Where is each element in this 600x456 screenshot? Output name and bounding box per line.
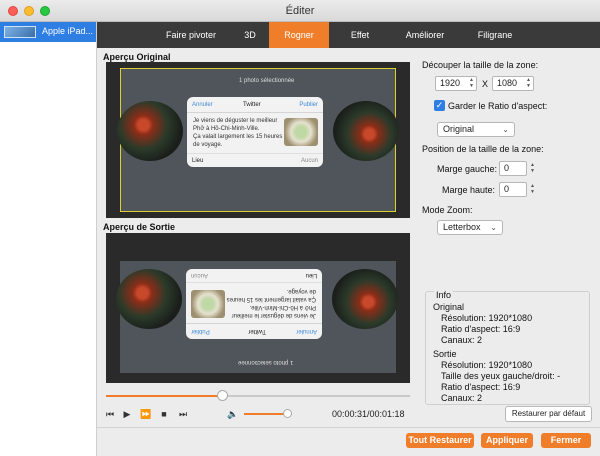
crop-position-label: Position de la taille de la zone: [422,144,544,154]
keep-ratio-label: Garder le Ratio d'aspect: [448,101,548,111]
tab-crop[interactable]: Rogner [269,22,329,48]
publish-link: Publier [191,328,210,334]
location-label: Lieu [192,158,204,164]
food-photo-left [116,269,182,329]
window-title: Éditer [285,5,315,17]
skip-forward-icon[interactable]: ⏭ [177,408,189,420]
info-original-resolution: Résolution: 1920*1080 [441,313,533,323]
info-original-heading: Original [433,302,465,312]
seek-progress [106,395,222,397]
margin-left-input[interactable]: 0 [499,161,527,176]
output-preview: Annuler Twitter Publier Je viens de dégu… [106,233,410,383]
tweet-photo [191,290,225,318]
tab-enhance[interactable]: Améliorer [391,22,459,48]
file-thumbnail [4,26,36,38]
info-output-channels: Canaux: 2 [441,393,483,403]
stop-icon[interactable]: ■ [158,408,170,420]
file-list: Apple iPad... [0,22,97,456]
tweet-photo [284,118,318,146]
output-frame: Annuler Twitter Publier Je viens de dégu… [116,261,398,373]
title-bar: Éditer [0,0,600,22]
original-preview-title: Aperçu Original [103,52,171,62]
info-output-resolution: Résolution: 1920*1080 [441,360,533,370]
crop-height-value: 1080 [497,78,518,88]
info-legend: Info [434,290,454,300]
crop-size-label: Découper la taille de la zone: [422,60,539,70]
tab-3d[interactable]: 3D [230,22,270,48]
zoom-mode-select[interactable]: Letterbox ⌄ [437,220,503,235]
play-icon[interactable]: ▶ [121,408,133,420]
margin-top-value: 0 [504,184,510,194]
output-preview-title: Aperçu de Sortie [103,222,176,232]
crop-width-value: 1920 [440,78,461,88]
info-original-channels: Canaux: 2 [441,335,483,345]
crop-height-stepper[interactable]: ▲ ▼ [525,77,532,90]
tab-bar: Faire pivoter 3D Rogner Effet Améliorer … [97,22,600,48]
volume-handle[interactable] [283,409,293,418]
location-value: Aucun [300,158,318,164]
dialog-title: Twitter [243,102,261,108]
margin-top-stepper[interactable]: ▲ ▼ [529,183,536,196]
crop-x-label: X [482,79,489,89]
speaker-icon[interactable]: 🔈 [226,408,240,420]
location-value: Aucun [191,272,209,278]
skip-back-icon[interactable]: ⏮ [104,408,116,420]
photos-selected-label: 1 photo sélectionnée [239,78,295,84]
chevron-down-icon: ⌄ [490,223,497,232]
original-preview[interactable]: 1 photo sélectionnée Annuler Twitter Pub… [106,62,410,218]
info-original-aspect: Ratio d'aspect: 16:9 [441,324,521,334]
crop-area[interactable]: 1 photo sélectionnée Annuler Twitter Pub… [117,68,399,212]
fast-forward-icon[interactable]: ⏩ [140,408,152,420]
margin-left-value: 0 [504,163,510,173]
margin-top-input[interactable]: 0 [499,182,527,197]
close-button[interactable]: Fermer [541,433,591,448]
margin-left-stepper[interactable]: ▲ ▼ [529,162,536,175]
crop-width-stepper[interactable]: ▲ ▼ [468,77,475,90]
photos-selected-label: 1 photo sélectionnée [238,359,294,365]
dialog-title: Twitter [248,328,266,334]
seek-handle[interactable] [216,390,228,401]
keep-ratio-checkbox[interactable]: ✓ [434,100,445,111]
margin-top-label: Marge haute: [442,185,496,195]
volume-level [244,413,288,415]
location-label: Lieu [305,272,317,278]
info-output-eye-size: Taille des yeux gauche/droit: - [441,371,561,381]
zoom-mode-label: Mode Zoom: [422,205,473,215]
food-photo-right [332,269,398,329]
margin-left-label: Marge gauche: [437,164,498,174]
time-display: 00:00:31/00:01:18 [332,409,405,419]
publish-link: Publier [299,102,318,108]
file-list-item[interactable]: Apple iPad... [0,22,96,42]
food-photo-right [333,101,399,161]
info-output-aspect: Ratio d'aspect: 16:9 [441,382,521,392]
tab-rotate[interactable]: Faire pivoter [152,22,230,48]
reset-all-button[interactable]: Tout Restaurer [406,433,474,448]
chevron-down-icon: ⌄ [502,125,509,134]
cancel-link: Annuler [296,328,317,334]
apply-button[interactable]: Appliquer [481,433,533,448]
tab-watermark[interactable]: Filigrane [459,22,531,48]
tab-effect[interactable]: Effet [329,22,391,48]
twitter-dialog-flipped: Annuler Twitter Publier Je viens de dégu… [186,269,322,339]
aspect-ratio-select[interactable]: Original ⌄ [437,122,515,137]
cancel-link: Annuler [192,102,213,108]
info-output-heading: Sortie [433,349,457,359]
twitter-dialog: Annuler Twitter Publier Je viens de dégu… [187,97,323,167]
food-photo-left [117,101,183,161]
zoom-mode-value: Letterbox [443,222,481,232]
seek-bar[interactable] [106,390,410,402]
reset-default-button[interactable]: Restaurer par défaut [505,406,592,422]
file-name: Apple iPad... [42,26,94,36]
aspect-ratio-value: Original [443,124,475,134]
